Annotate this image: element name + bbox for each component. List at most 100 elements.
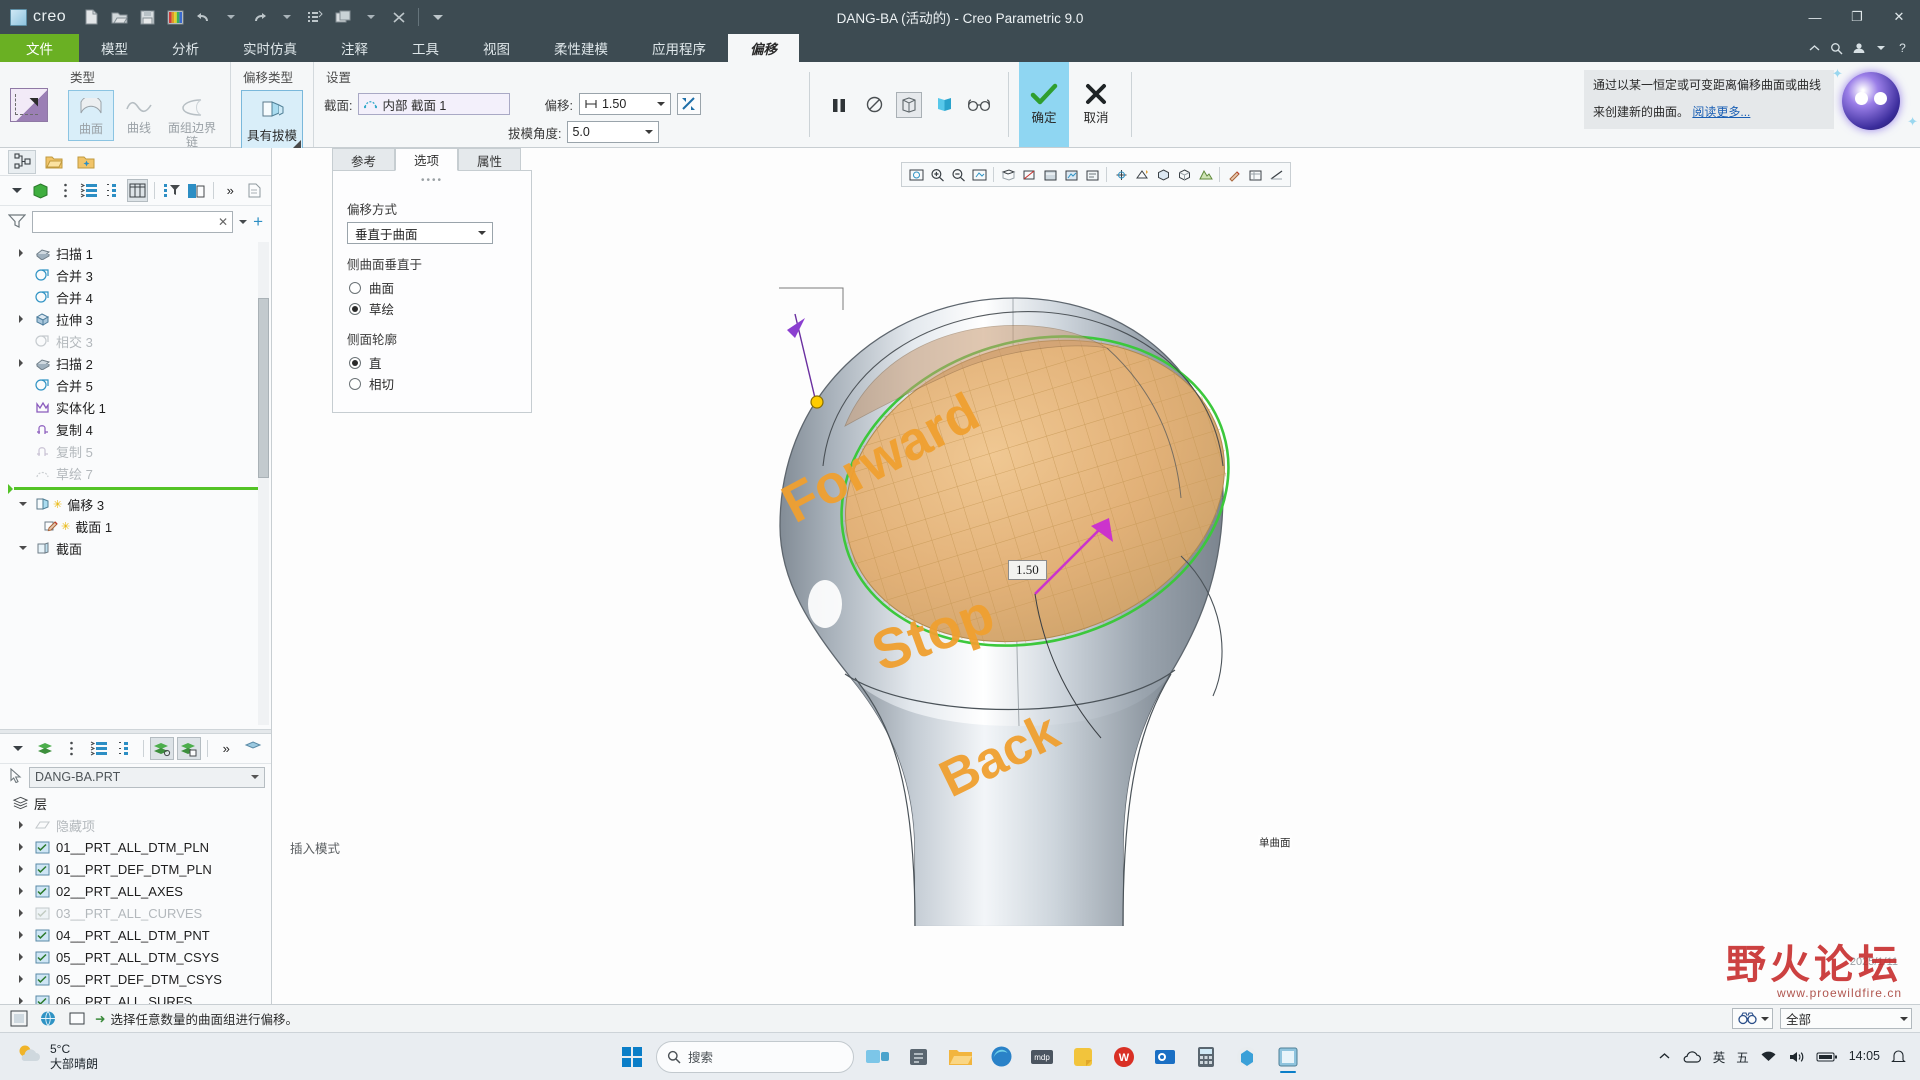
offset-combo-arrow-icon[interactable] bbox=[657, 102, 665, 110]
view-orientation-icon[interactable] bbox=[1132, 165, 1152, 185]
glasses-preview-icon[interactable] bbox=[966, 92, 992, 118]
search-icon[interactable] bbox=[1827, 39, 1846, 58]
outlook-button[interactable] bbox=[1148, 1040, 1182, 1074]
annotation-display-icon[interactable] bbox=[1082, 165, 1102, 185]
tab-live-simulation[interactable]: 实时仿真 bbox=[221, 34, 319, 62]
layers-stack-icon[interactable] bbox=[33, 737, 57, 760]
start-button[interactable] bbox=[615, 1040, 649, 1074]
favorites-tab[interactable] bbox=[72, 150, 100, 174]
undo-dropdown-icon[interactable] bbox=[218, 4, 244, 30]
tree-item-sweep-2[interactable]: 扫描 2 bbox=[0, 352, 271, 374]
ai-assistant-orb[interactable] bbox=[1842, 72, 1900, 130]
expand-arrow-icon[interactable] bbox=[16, 931, 29, 939]
layer-item-8[interactable]: 06__PRT_ALL_SURFS bbox=[0, 990, 271, 1004]
qat-customize-icon[interactable] bbox=[425, 4, 451, 30]
tray-expand-icon[interactable] bbox=[1658, 1051, 1671, 1062]
layer-more-options-icon[interactable] bbox=[60, 737, 84, 760]
collapse-arrow-icon[interactable] bbox=[16, 498, 29, 510]
expand-arrow-icon[interactable] bbox=[16, 953, 29, 961]
datum-axis-display-icon[interactable] bbox=[1019, 165, 1039, 185]
offset-with-draft-button[interactable]: 具有拔模 bbox=[241, 90, 303, 150]
collapse-all-icon[interactable] bbox=[103, 179, 124, 202]
datum-plane-display-icon[interactable] bbox=[998, 165, 1018, 185]
side-profile-option-tangent[interactable]: 相切 bbox=[347, 373, 517, 394]
saved-views-icon[interactable] bbox=[1153, 165, 1173, 185]
network-icon[interactable] bbox=[1760, 1050, 1777, 1063]
redo-icon[interactable] bbox=[246, 4, 272, 30]
minimize-ribbon-icon[interactable] bbox=[1805, 39, 1824, 58]
save-file-icon[interactable] bbox=[134, 4, 160, 30]
tree-item-section[interactable]: 截面 bbox=[0, 537, 271, 559]
close-button[interactable]: ✕ bbox=[1878, 0, 1920, 34]
filter-dropdown-icon[interactable] bbox=[239, 220, 247, 228]
offset-method-arrow-icon[interactable] bbox=[478, 231, 486, 239]
selection-filter-arrow-icon[interactable] bbox=[1900, 1017, 1908, 1025]
tab-properties[interactable]: 属性 bbox=[458, 148, 521, 171]
pause-button[interactable] bbox=[826, 92, 852, 118]
tab-applications[interactable]: 应用程序 bbox=[630, 34, 728, 62]
layer-item-2[interactable]: 01__PRT_DEF_DTM_PLN bbox=[0, 858, 271, 880]
model-tree-scrollbar[interactable] bbox=[258, 242, 269, 725]
tab-flexible-modeling[interactable]: 柔性建模 bbox=[532, 34, 630, 62]
tree-item-extrude-3[interactable]: 拉伸 3 bbox=[0, 308, 271, 330]
tab-annotate[interactable]: 注释 bbox=[319, 34, 390, 62]
widgets-button[interactable] bbox=[902, 1040, 936, 1074]
earth-globe-icon[interactable] bbox=[37, 1008, 58, 1029]
wps-office-button[interactable]: W bbox=[1107, 1040, 1141, 1074]
window-switch-icon[interactable] bbox=[330, 4, 356, 30]
expand-arrow-icon[interactable] bbox=[16, 843, 29, 851]
open-file-icon[interactable] bbox=[106, 4, 132, 30]
tree-item-sketch-7[interactable]: 草绘 7 bbox=[0, 462, 271, 484]
ime-language-a[interactable]: 英 bbox=[1713, 1047, 1726, 1066]
creo-taskbar-button[interactable] bbox=[1271, 1040, 1305, 1074]
zoom-out-icon[interactable] bbox=[948, 165, 968, 185]
layer-item-7[interactable]: 05__PRT_DEF_DTM_CSYS bbox=[0, 968, 271, 990]
tab-view[interactable]: 视图 bbox=[461, 34, 532, 62]
layer-overflow-icon[interactable]: » bbox=[214, 737, 238, 760]
clock-time[interactable]: 14:05 bbox=[1849, 1049, 1880, 1065]
expand-arrow-icon[interactable] bbox=[16, 887, 29, 895]
datum-point-display-icon[interactable] bbox=[1040, 165, 1060, 185]
tree-columns-icon[interactable] bbox=[127, 179, 148, 202]
tab-options[interactable]: 选项 bbox=[395, 148, 458, 171]
tree-settings-icon[interactable] bbox=[186, 179, 207, 202]
radio-button[interactable] bbox=[349, 378, 361, 390]
expand-all-icon[interactable] bbox=[79, 179, 100, 202]
weather-widget[interactable]: 5°C 大部晴朗 bbox=[0, 1042, 98, 1072]
csys-display-icon[interactable] bbox=[1061, 165, 1081, 185]
mdp-app-button[interactable]: mdp bbox=[1025, 1040, 1059, 1074]
tree-item-copy-5[interactable]: 复制 5 bbox=[0, 440, 271, 462]
tab-model[interactable]: 模型 bbox=[79, 34, 150, 62]
tree-item-section-1[interactable]: ✳ 截面 1 bbox=[0, 515, 271, 537]
layer-visibility-icon[interactable] bbox=[150, 737, 174, 760]
tree-doc-icon[interactable] bbox=[244, 179, 265, 202]
collapse-arrow-icon[interactable] bbox=[16, 542, 29, 554]
folder-browser-tab[interactable] bbox=[40, 150, 68, 174]
tree-item-offset-3[interactable]: ✳ 偏移 3 bbox=[0, 493, 271, 515]
expand-arrow-icon[interactable] bbox=[16, 975, 29, 983]
offset-method-combo[interactable]: 垂直于曲面 bbox=[347, 222, 493, 244]
radio-button[interactable] bbox=[349, 282, 361, 294]
tree-filter-input[interactable]: ✕ bbox=[32, 211, 233, 233]
flip-offset-direction-button[interactable] bbox=[677, 93, 701, 115]
account-icon[interactable] bbox=[1849, 39, 1868, 58]
tree-item-intersect-3[interactable]: 相交 3 bbox=[0, 330, 271, 352]
volume-icon[interactable] bbox=[1788, 1050, 1805, 1064]
no-entry-icon[interactable] bbox=[861, 92, 887, 118]
search-combo-arrow-icon[interactable] bbox=[1761, 1017, 1769, 1025]
layer-item-6[interactable]: 05__PRT_ALL_DTM_CSYS bbox=[0, 946, 271, 968]
undo-icon[interactable] bbox=[190, 4, 216, 30]
store-button[interactable] bbox=[1230, 1040, 1264, 1074]
expand-arrow-icon[interactable] bbox=[16, 359, 29, 367]
layer-item-4[interactable]: 03__PRT_ALL_CURVES bbox=[0, 902, 271, 924]
layer-expand-all-icon[interactable] bbox=[87, 737, 111, 760]
layer-filter-chevron-icon[interactable] bbox=[6, 737, 30, 760]
new-file-icon[interactable] bbox=[78, 4, 104, 30]
perspective-icon[interactable] bbox=[1195, 165, 1215, 185]
tab-offset[interactable]: 偏移 bbox=[728, 34, 799, 62]
layer-tree[interactable]: 层 隐藏项 01__PRT_ALL_DTM_PL bbox=[0, 790, 271, 1004]
draft-angle-combo[interactable]: 5.0 bbox=[567, 121, 659, 143]
offset-dimension-badge[interactable]: 1.50 bbox=[1008, 560, 1047, 580]
type-curve-button[interactable]: 曲线 bbox=[116, 90, 162, 139]
tree-filter-chevron-icon[interactable] bbox=[6, 179, 27, 202]
